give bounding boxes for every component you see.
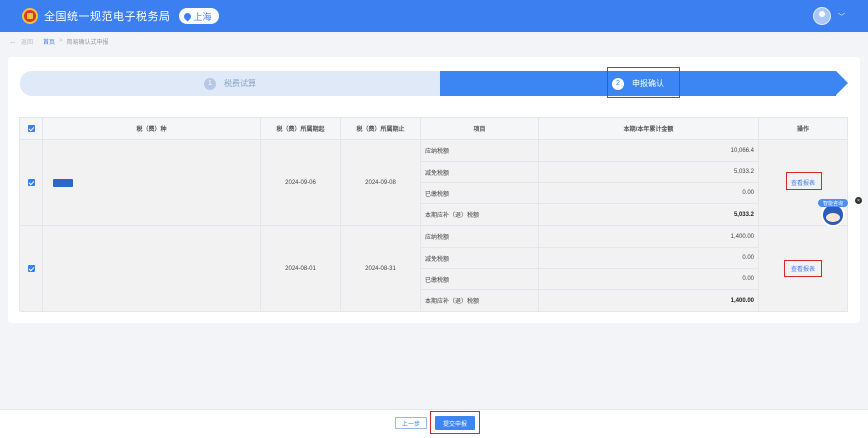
item-value: 0.00 xyxy=(539,248,759,269)
period-start: 2024-08-01 xyxy=(261,226,341,312)
assistant-mascot[interactable]: 智能咨询 xyxy=(818,199,848,235)
select-all-cell xyxy=(20,118,43,140)
step-label: 税费试算 xyxy=(224,79,256,88)
breadcrumb-current: 简易确认式申报 xyxy=(66,39,109,46)
step-progress: 1 税费试算 2 申报确认 xyxy=(20,71,848,96)
item-value: 5,033.2 xyxy=(539,162,759,183)
chevron-down-icon[interactable]: ﹀ xyxy=(838,12,845,22)
item-label: 已缴税额 xyxy=(421,269,539,290)
breadcrumb-home[interactable]: 首页 xyxy=(43,37,55,46)
tax-emblem-icon xyxy=(22,8,38,24)
item-label: 本期应补（退）税额 xyxy=(421,290,539,312)
breadcrumb-separator: > xyxy=(59,38,63,44)
row-select-cell xyxy=(20,226,43,312)
back-arrow-icon[interactable]: ← xyxy=(9,37,17,46)
highlight-box xyxy=(786,172,822,190)
row-select-cell xyxy=(20,140,43,226)
period-start: 2024-09-06 xyxy=(261,140,341,226)
row-checkbox[interactable] xyxy=(27,179,35,186)
step-tax-calculation[interactable]: 1 税费试算 xyxy=(20,71,452,96)
period-end: 2024-08-31 xyxy=(341,226,421,312)
tax-name-cell xyxy=(43,226,261,312)
mascot-tag: 智能咨询 xyxy=(818,199,848,207)
top-header: 全国统一规范电子税务局 上海 ﹀ xyxy=(0,0,868,32)
highlight-box xyxy=(430,411,480,434)
declaration-table: 税（费）种 税（费）所属期起 税（费）所属期止 项目 本期/本年累计金额 操作 … xyxy=(19,117,848,312)
item-label: 已缴税额 xyxy=(421,183,539,204)
item-label: 应纳税额 xyxy=(421,226,539,248)
row-checkbox[interactable] xyxy=(27,265,35,272)
location-pin-icon xyxy=(182,11,192,21)
header-item: 项目 xyxy=(421,118,539,140)
app-title: 全国统一规范电子税务局 xyxy=(44,11,171,23)
highlight-box xyxy=(784,260,822,277)
header-amount: 本期/本年累计金额 xyxy=(539,118,759,140)
breadcrumb: ← 返回 首页 > 简易确认式申报 xyxy=(0,32,868,50)
item-label: 应纳税额 xyxy=(421,140,539,162)
mascot-face xyxy=(826,213,840,222)
item-value: 1,400.00 xyxy=(539,290,759,312)
back-link[interactable]: 返回 xyxy=(21,37,33,46)
item-value: 1,400.00 xyxy=(539,226,759,248)
previous-step-button[interactable]: 上一步 xyxy=(395,417,427,429)
tax-name-cell xyxy=(43,140,261,226)
select-all-checkbox[interactable] xyxy=(27,125,35,132)
item-label: 减免税额 xyxy=(421,248,539,269)
header-end: 税（费）所属期止 xyxy=(341,118,421,140)
period-end: 2024-09-08 xyxy=(341,140,421,226)
item-value: 5,033.2 xyxy=(539,204,759,226)
item-value: 0.00 xyxy=(539,183,759,204)
header-start: 税（费）所属期起 xyxy=(261,118,341,140)
header-tax: 税（费）种 xyxy=(43,118,261,140)
item-value: 0.00 xyxy=(539,269,759,290)
user-avatar[interactable] xyxy=(813,7,831,25)
header-action: 操作 xyxy=(759,118,848,140)
region-label: 上海 xyxy=(193,11,212,22)
highlight-box xyxy=(607,67,680,98)
item-value: 10,066.4 xyxy=(539,140,759,162)
redacted-tax-name xyxy=(53,178,73,187)
item-label: 本期应补（退）税额 xyxy=(421,204,539,226)
item-label: 减免税额 xyxy=(421,162,539,183)
region-selector[interactable]: 上海 xyxy=(178,8,219,24)
close-icon[interactable]: × xyxy=(855,197,862,204)
step-number: 1 xyxy=(204,77,216,90)
